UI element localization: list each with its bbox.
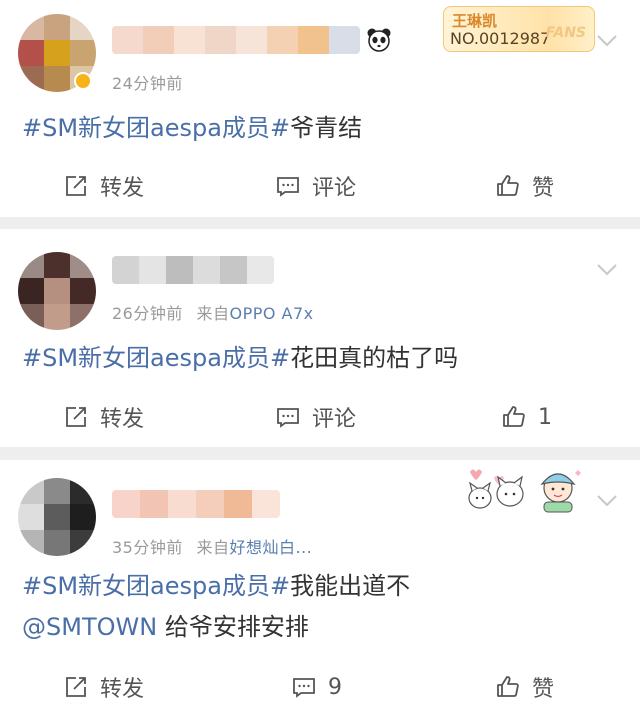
post-content: #SM新女团aespa成员#我能出道不 @SMTOWN 给爷安排安排 <box>22 568 410 645</box>
post-card: 26分钟前 来自OPPO A7x #SM新女团aespa成员#花田真的枯了吗 转… <box>0 229 640 447</box>
post-source[interactable]: 好想灿白... <box>229 538 312 557</box>
chevron-down-icon[interactable] <box>596 34 618 48</box>
username[interactable] <box>112 490 280 518</box>
chevron-down-icon[interactable] <box>596 263 618 277</box>
panda-icon <box>367 28 391 52</box>
action-bar: 转发 评论 1 <box>0 397 640 437</box>
repost-icon <box>66 407 86 427</box>
like-button[interactable]: 1 <box>502 397 552 437</box>
comment-icon <box>277 177 299 197</box>
comment-icon <box>277 408 299 428</box>
avatar[interactable] <box>18 478 96 556</box>
repost-button[interactable]: 转发 <box>64 397 144 437</box>
post-text: 我能出道不 <box>290 572 411 600</box>
fans-badge[interactable]: 王琳凯 NO.0012987 FANS <box>443 6 595 52</box>
post-content: #SM新女团aespa成员#花田真的枯了吗 <box>22 340 458 376</box>
hashtag-link[interactable]: #SM新女团aespa成员# <box>22 572 290 600</box>
fans-badge-word: FANS <box>545 25 586 41</box>
fans-badge-name: 王琳凯 <box>452 12 498 30</box>
comment-button[interactable]: 评论 <box>276 166 356 206</box>
weibo-feed: 王琳凯 NO.0012987 FANS 24分钟前 #SM新女团aespa成员#… <box>0 0 640 720</box>
post-source-prefix: 来自 <box>196 304 230 323</box>
like-button[interactable]: 赞 <box>496 667 554 707</box>
comment-button[interactable]: 9 <box>292 667 342 707</box>
post-source[interactable]: OPPO A7x <box>229 304 313 323</box>
thumbs-up-icon <box>503 406 525 427</box>
post-content: #SM新女团aespa成员#爷青结 <box>22 110 362 146</box>
post-text: 爷青结 <box>290 114 363 142</box>
post-source-prefix: 来自 <box>196 538 230 557</box>
avatar[interactable] <box>18 252 96 330</box>
post-time: 26分钟前 <box>112 304 183 323</box>
repost-icon <box>66 677 86 697</box>
post-card: 王琳凯 NO.0012987 FANS 24分钟前 #SM新女团aespa成员#… <box>0 0 640 217</box>
mention-link[interactable]: @SMTOWN <box>22 613 157 641</box>
post-meta: 26分钟前 来自OPPO A7x <box>112 300 314 324</box>
username[interactable] <box>112 256 274 284</box>
action-bar: 转发 评论 赞 <box>0 166 640 206</box>
hashtag-link[interactable]: #SM新女团aespa成员# <box>22 114 290 142</box>
repost-icon <box>66 176 86 196</box>
like-button[interactable]: 赞 <box>496 166 554 206</box>
post-time: 35分钟前 <box>112 538 183 557</box>
post-card: 35分钟前 来自好想灿白... #SM新女团aespa成员#我能出道不 @SMT… <box>0 460 640 720</box>
thumbs-up-icon <box>497 175 519 196</box>
sticker-decoration-icon <box>468 469 581 513</box>
thumbs-up-icon <box>497 676 519 697</box>
verified-badge-icon <box>74 72 92 90</box>
post-meta: 35分钟前 来自好想灿白... <box>112 534 312 558</box>
action-bar: 转发 9 赞 <box>0 667 640 707</box>
comment-icon <box>293 678 315 698</box>
repost-button[interactable]: 转发 <box>64 166 144 206</box>
comment-button[interactable]: 评论 <box>276 397 356 437</box>
post-text: 花田真的枯了吗 <box>290 344 459 372</box>
post-text-continued: 给爷安排安排 <box>157 613 309 641</box>
repost-button[interactable]: 转发 <box>64 667 144 707</box>
hashtag-link[interactable]: #SM新女团aespa成员# <box>22 344 290 372</box>
fans-badge-number: NO.0012987 <box>450 29 551 48</box>
chevron-down-icon[interactable] <box>596 494 618 508</box>
username[interactable] <box>112 26 360 54</box>
post-time: 24分钟前 <box>112 74 183 93</box>
